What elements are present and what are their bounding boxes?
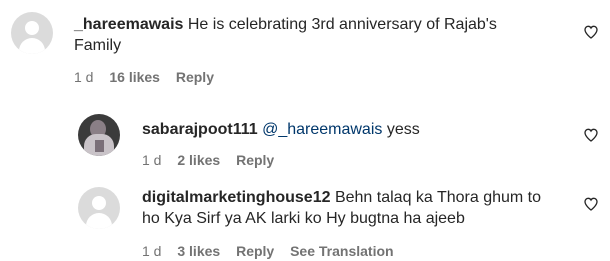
see-translation-button[interactable]: See Translation [290, 243, 393, 259]
heart-outline-icon[interactable] [583, 127, 599, 143]
comment-body: sabarajpoot111 @_hareemawais yess [142, 119, 562, 140]
comment-likes[interactable]: 2 likes [177, 152, 220, 168]
reply-button[interactable]: Reply [236, 243, 274, 259]
avatar[interactable] [11, 12, 53, 54]
comment-likes[interactable]: 16 likes [109, 69, 160, 85]
default-avatar-icon [25, 21, 39, 35]
comment-body: digitalmarketinghouse12 Behn talaq ka Th… [142, 187, 562, 229]
comment-time[interactable]: 1 d [142, 152, 161, 168]
comment-username[interactable]: digitalmarketinghouse12 [142, 189, 331, 206]
avatar[interactable] [78, 114, 120, 156]
comment-text: yess [382, 121, 420, 138]
comment-time[interactable]: 1 d [74, 69, 93, 85]
comment-username[interactable]: _hareemawais [74, 16, 183, 33]
comment-likes[interactable]: 3 likes [177, 243, 220, 259]
comment-body: _hareemawais He is celebrating 3rd anniv… [74, 14, 534, 56]
comment-meta: 1 d 3 likes Reply See Translation [142, 242, 406, 260]
heart-outline-icon[interactable] [583, 24, 599, 40]
avatar[interactable] [78, 187, 120, 229]
comment-mention[interactable]: @_hareemawais [262, 121, 382, 138]
comment-time[interactable]: 1 d [142, 243, 161, 259]
reply-button[interactable]: Reply [176, 69, 214, 85]
reply-button[interactable]: Reply [236, 152, 274, 168]
comment-meta: 1 d 2 likes Reply [142, 151, 286, 169]
heart-outline-icon[interactable] [583, 196, 599, 212]
comment-meta: 1 d 16 likes Reply [74, 68, 226, 86]
default-avatar-icon [92, 196, 106, 210]
comment-username[interactable]: sabarajpoot111 [142, 121, 258, 138]
